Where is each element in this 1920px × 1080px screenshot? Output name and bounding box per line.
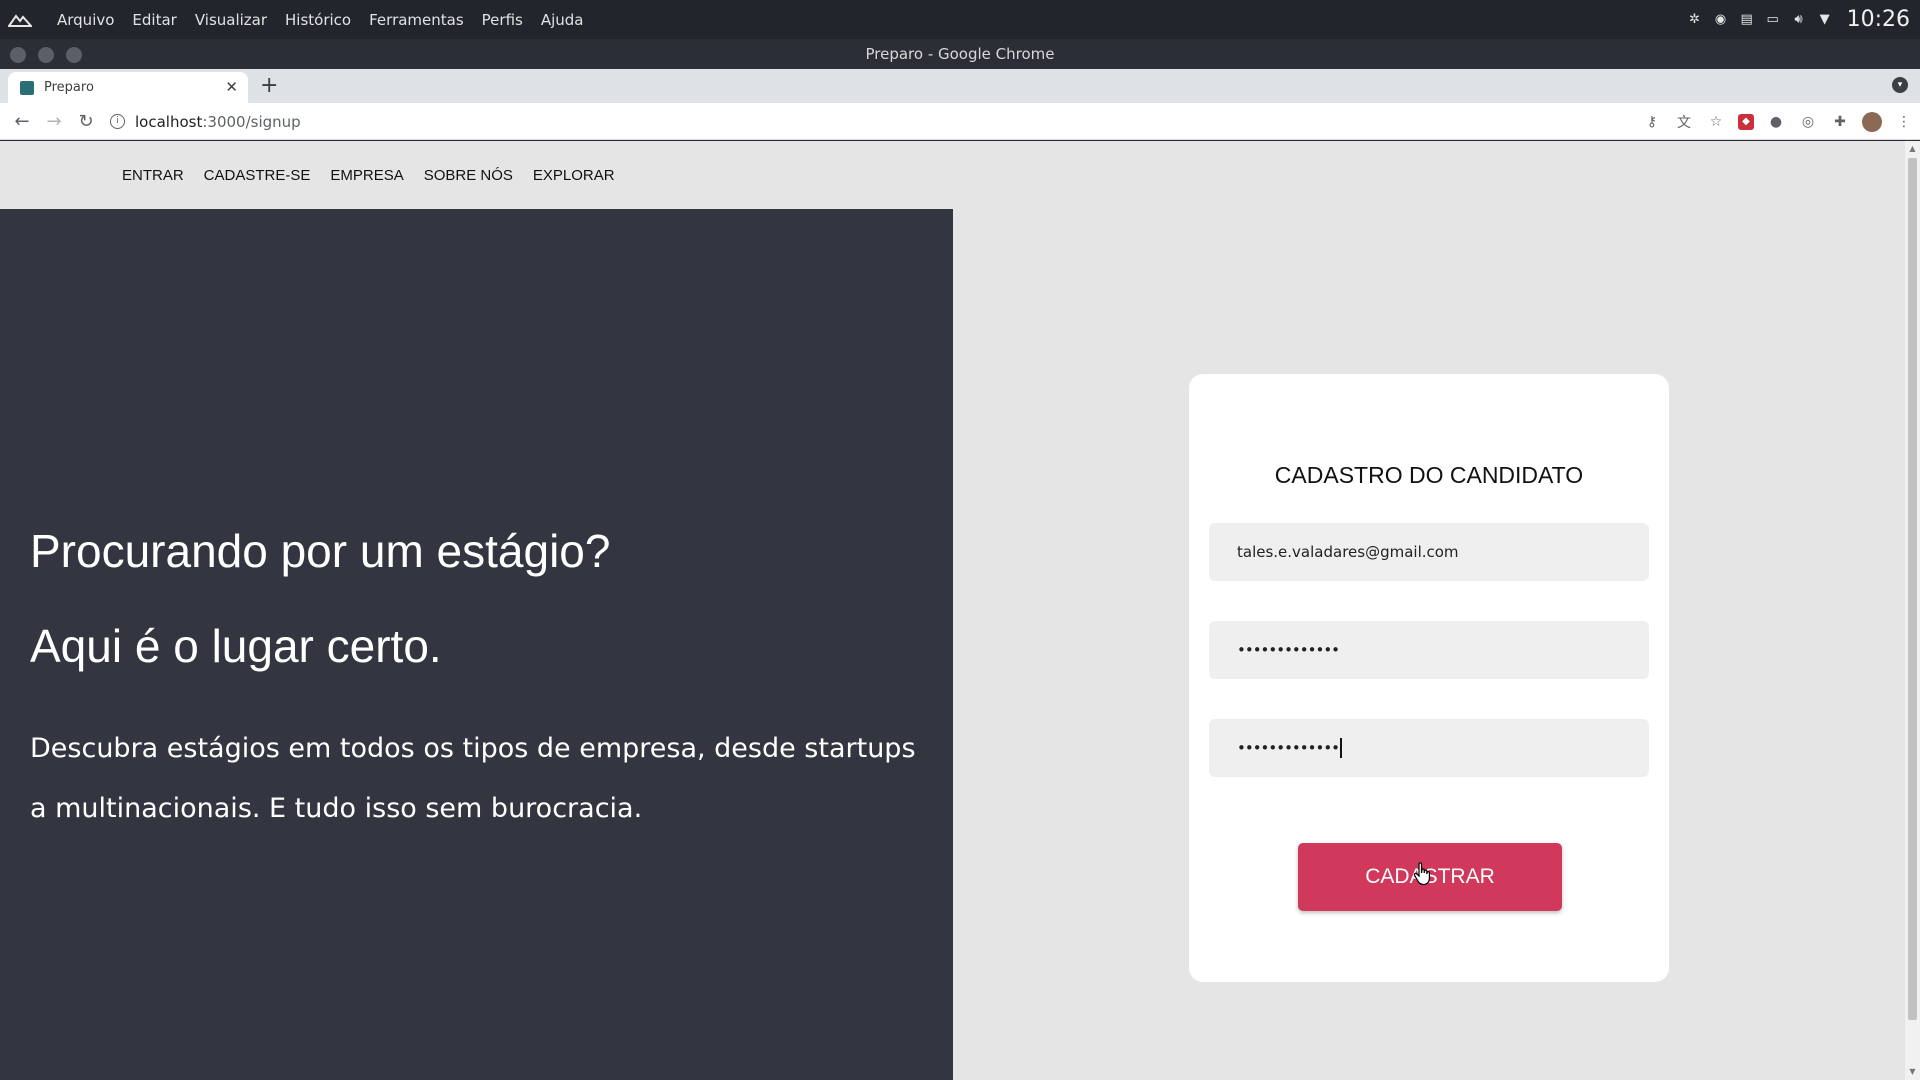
nav-entrar[interactable]: ENTRAR: [112, 167, 194, 184]
menu-visualizar[interactable]: Visualizar: [186, 11, 276, 29]
nav-cadastre-se[interactable]: CADASTRE-SE: [194, 167, 321, 184]
back-icon[interactable]: ←: [6, 105, 38, 137]
password-field[interactable]: •••••••••••••: [1209, 621, 1649, 679]
tab-search-icon[interactable]: ▾: [1892, 77, 1908, 93]
site-navigation: ENTRAR CADASTRE-SE EMPRESA SOBRE NÓS EXP…: [0, 141, 1905, 209]
kebab-menu-icon[interactable]: ⋮: [1894, 112, 1914, 132]
url-path: :3000/signup: [202, 112, 301, 131]
profile-avatar[interactable]: [1862, 111, 1882, 132]
text-caret: [1340, 738, 1342, 758]
confirm-password-mask: •••••••••••••: [1237, 739, 1340, 757]
maximize-window-button[interactable]: [66, 47, 82, 63]
volume-icon[interactable]: 🔊︎: [1791, 12, 1807, 28]
reload-icon[interactable]: ↻: [70, 105, 102, 137]
tab-title: Preparo: [44, 80, 94, 95]
nav-empresa[interactable]: EMPRESA: [320, 167, 413, 184]
email-field[interactable]: [1209, 523, 1649, 581]
clipboard-tray-icon[interactable]: ▤: [1739, 12, 1755, 28]
extensions-puzzle-icon[interactable]: ✚: [1830, 112, 1850, 132]
browser-toolbar: ← → ↻ i localhost:3000/signup ⚷ 文 ☆ ◆ ● …: [0, 103, 1920, 140]
nav-explorar[interactable]: EXPLORAR: [523, 167, 625, 184]
extension-red-icon[interactable]: ◆: [1738, 113, 1754, 130]
extension-circle-icon[interactable]: ◎: [1798, 112, 1818, 132]
system-tray: ✲ ◉ ▤ ▭ 🔊︎ ▼ 10:26: [1687, 0, 1920, 39]
os-app-menu: Arquivo Editar Visualizar Histórico Ferr…: [48, 11, 593, 29]
scroll-thumb[interactable]: [1908, 158, 1917, 1020]
site-info-icon[interactable]: i: [110, 114, 125, 129]
close-tab-icon[interactable]: ✕: [225, 78, 238, 96]
scroll-up-icon[interactable]: ▲: [1908, 144, 1917, 154]
hero-description: Descubra estágios em todos os tipos de e…: [30, 733, 916, 824]
password-mask: •••••••••••••: [1237, 641, 1340, 659]
menu-perfis[interactable]: Perfis: [473, 11, 532, 29]
menu-ajuda[interactable]: Ajuda: [532, 11, 593, 29]
window-title: Preparo - Google Chrome: [865, 45, 1055, 63]
react-favicon-icon: [20, 80, 34, 95]
discord-tray-icon[interactable]: ◉: [1713, 12, 1729, 28]
forward-icon[interactable]: →: [38, 105, 70, 137]
minimize-window-button[interactable]: [38, 47, 54, 63]
hero-subtitle: Aqui é o lugar certo.: [30, 620, 442, 672]
menu-editar[interactable]: Editar: [123, 11, 185, 29]
address-bar[interactable]: i localhost:3000/signup: [110, 107, 1690, 136]
menu-historico[interactable]: Histórico: [276, 11, 360, 29]
tab-preparo[interactable]: Preparo ✕: [8, 72, 248, 103]
confirm-password-field[interactable]: •••••••••••••: [1209, 719, 1649, 777]
menu-arquivo[interactable]: Arquivo: [48, 11, 123, 29]
key-icon[interactable]: ⚷: [1642, 112, 1662, 132]
toolbar-icons: ⚷ 文 ☆ ◆ ● ◎ ✚ ⋮: [1642, 107, 1914, 136]
hand-cursor-icon: [1413, 862, 1430, 886]
bookmark-star-icon[interactable]: ☆: [1706, 112, 1726, 132]
close-window-button[interactable]: [10, 47, 26, 63]
hero-title: Procurando por um estágio?: [30, 525, 611, 577]
page-scrollbar[interactable]: ▲ ▼: [1905, 141, 1920, 1080]
settings-tray-icon[interactable]: ✲: [1687, 12, 1703, 28]
new-tab-icon[interactable]: +: [260, 73, 278, 98]
signup-card: CADASTRO DO CANDIDATO ••••••••••••• ••••…: [1189, 374, 1669, 982]
window-titlebar: Preparo - Google Chrome: [0, 39, 1920, 69]
os-logo-icon[interactable]: [8, 12, 32, 28]
display-tray-icon[interactable]: ▭: [1765, 12, 1781, 28]
os-menu-bar: Arquivo Editar Visualizar Histórico Ferr…: [0, 0, 1920, 39]
url-host: localhost: [135, 112, 203, 131]
window-controls: [10, 47, 82, 63]
clock[interactable]: 10:26: [1847, 7, 1910, 32]
extension-blob-icon[interactable]: ●: [1766, 112, 1786, 132]
translate-icon[interactable]: 文: [1674, 112, 1694, 132]
scroll-down-icon[interactable]: ▼: [1908, 1067, 1917, 1077]
page-viewport: ENTRAR CADASTRE-SE EMPRESA SOBRE NÓS EXP…: [0, 141, 1920, 1080]
form-title: CADASTRO DO CANDIDATO: [1274, 462, 1584, 488]
nav-sobre-nos[interactable]: SOBRE NÓS: [414, 167, 523, 184]
tab-strip: Preparo ✕ + ▾: [0, 69, 1920, 103]
menu-ferramentas[interactable]: Ferramentas: [360, 11, 473, 29]
network-dropdown-icon[interactable]: ▼: [1817, 12, 1833, 28]
hero-panel: Procurando por um estágio? Aqui é o luga…: [0, 209, 953, 1080]
